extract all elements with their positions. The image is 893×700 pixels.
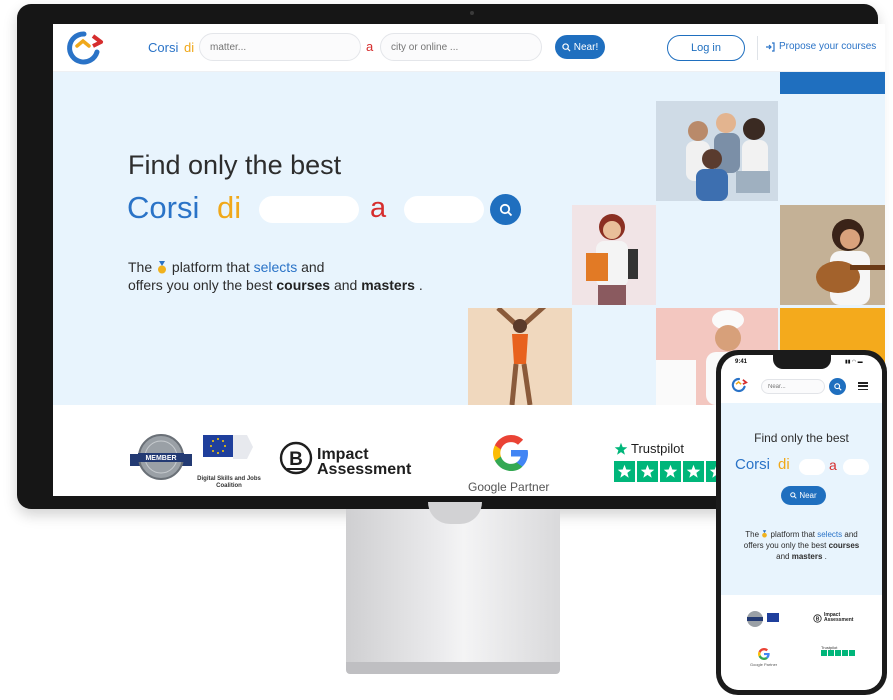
selects-link[interactable]: selects	[254, 259, 298, 275]
propose-courses-label: Propose your courses	[779, 41, 877, 52]
hero-photo-girl-books	[572, 205, 656, 305]
login-arrow-icon	[766, 41, 775, 52]
a-connector: a	[366, 39, 374, 54]
courses-word: courses	[276, 277, 331, 293]
star-icon	[614, 442, 628, 455]
phone-matter-input[interactable]	[799, 459, 825, 475]
monitor-stand-foot	[346, 662, 560, 674]
google-logo-icon	[758, 648, 770, 660]
star-icon	[849, 650, 855, 656]
hero-description: The platform that selects and offers you…	[128, 259, 423, 293]
monitor-stand	[346, 509, 560, 669]
hero-photo-students	[656, 101, 778, 201]
star-icon	[828, 650, 834, 656]
phone-time: 9:41	[735, 359, 748, 365]
phone-hero: Find only the best Corsi di a Near The p…	[721, 403, 882, 595]
medal-icon	[762, 530, 768, 538]
medal-icon	[158, 261, 167, 274]
propose-courses-link[interactable]: Propose your courses	[765, 41, 876, 52]
hero-search-button[interactable]	[490, 194, 521, 225]
corsidia-logo-icon[interactable]	[730, 377, 748, 393]
eu-flag-icon	[203, 435, 253, 459]
hero-title: Find only the best	[128, 150, 342, 180]
star-icon	[821, 650, 827, 656]
eu-coalition-text: Digital Skills and Jobs Coalition	[197, 476, 261, 489]
phone-status-icons: ▮▮ ◠ ▬	[845, 359, 863, 365]
hero-corsi: Corsi	[127, 190, 200, 225]
phone-notch	[773, 355, 831, 369]
hero-di: di	[217, 190, 242, 225]
camera-dot	[470, 11, 474, 15]
phone-near-input[interactable]	[761, 379, 825, 394]
hero-a-connector: a	[370, 192, 387, 224]
phone-hero-description: The platform that selects and offers you…	[743, 530, 860, 561]
hero-matter-input[interactable]	[259, 196, 359, 223]
phone-trustpilot-stars	[821, 650, 855, 656]
phone-city-input[interactable]	[843, 459, 869, 475]
hero-photo-blue-block	[780, 72, 885, 94]
phone-corsi: Corsi	[735, 456, 771, 473]
svg-text:MEMBER: MEMBER	[145, 455, 176, 462]
trustpilot-label: Trustpilot	[614, 441, 684, 456]
corsidia-logo-icon[interactable]	[63, 30, 105, 66]
search-icon	[562, 42, 571, 52]
search-icon	[790, 492, 797, 499]
phone-di: di	[778, 456, 790, 473]
brand-di: di	[184, 40, 195, 55]
impact-assessment-label: Impact Assessment	[317, 446, 412, 478]
phone-frame: 9:41 ▮▮ ◠ ▬ Find only the best Corsi di …	[716, 350, 887, 695]
member-seal-icon: MEMBER	[130, 434, 192, 480]
search-icon	[833, 382, 842, 391]
near-button-label: Near!	[573, 41, 599, 53]
site-header: Corsi di a Near! Log in Propose your cou…	[53, 24, 885, 72]
city-input[interactable]	[380, 33, 542, 61]
google-logo-icon	[493, 435, 528, 471]
phone-hero-title: Find only the best	[754, 431, 849, 445]
star-icon	[683, 461, 704, 482]
near-button[interactable]: Near!	[555, 35, 605, 59]
star-icon	[842, 650, 848, 656]
hero-photo-guitar	[780, 205, 885, 305]
phone-screen: 9:41 ▮▮ ◠ ▬ Find only the best Corsi di …	[721, 355, 882, 690]
hero-photo-dancer	[468, 308, 572, 405]
phone-header	[721, 369, 882, 403]
phone-search-button[interactable]	[829, 378, 846, 395]
google-partner-label: Google Partner	[468, 480, 550, 494]
phone-near-button[interactable]: Near	[781, 486, 826, 505]
hero-city-input[interactable]	[404, 196, 484, 223]
phone-badges: B Impact Assessment Google Partner Trustp…	[721, 595, 882, 690]
svg-text:B: B	[816, 616, 820, 622]
matter-input[interactable]	[199, 33, 361, 61]
masters-word: masters	[361, 277, 415, 293]
star-icon	[660, 461, 681, 482]
member-seal-icon	[747, 611, 779, 627]
b-impact-logo-icon: B	[279, 441, 313, 475]
header-divider	[757, 36, 758, 60]
star-icon	[637, 461, 658, 482]
search-icon	[499, 203, 512, 216]
svg-text:B: B	[289, 449, 303, 470]
phone-google-partner-label: Google Partner	[750, 662, 778, 667]
star-icon	[614, 461, 635, 482]
login-button-label: Log in	[691, 42, 721, 54]
phone-a-connector: a	[829, 457, 837, 473]
b-impact-logo-icon: B	[813, 613, 822, 623]
login-button[interactable]: Log in	[667, 35, 745, 61]
hamburger-menu-icon[interactable]	[858, 380, 868, 392]
phone-impact-label: B Impact Assessment	[813, 613, 853, 623]
star-icon	[835, 650, 841, 656]
brand-corsi: Corsi	[148, 40, 179, 55]
trustpilot-stars	[614, 461, 727, 482]
